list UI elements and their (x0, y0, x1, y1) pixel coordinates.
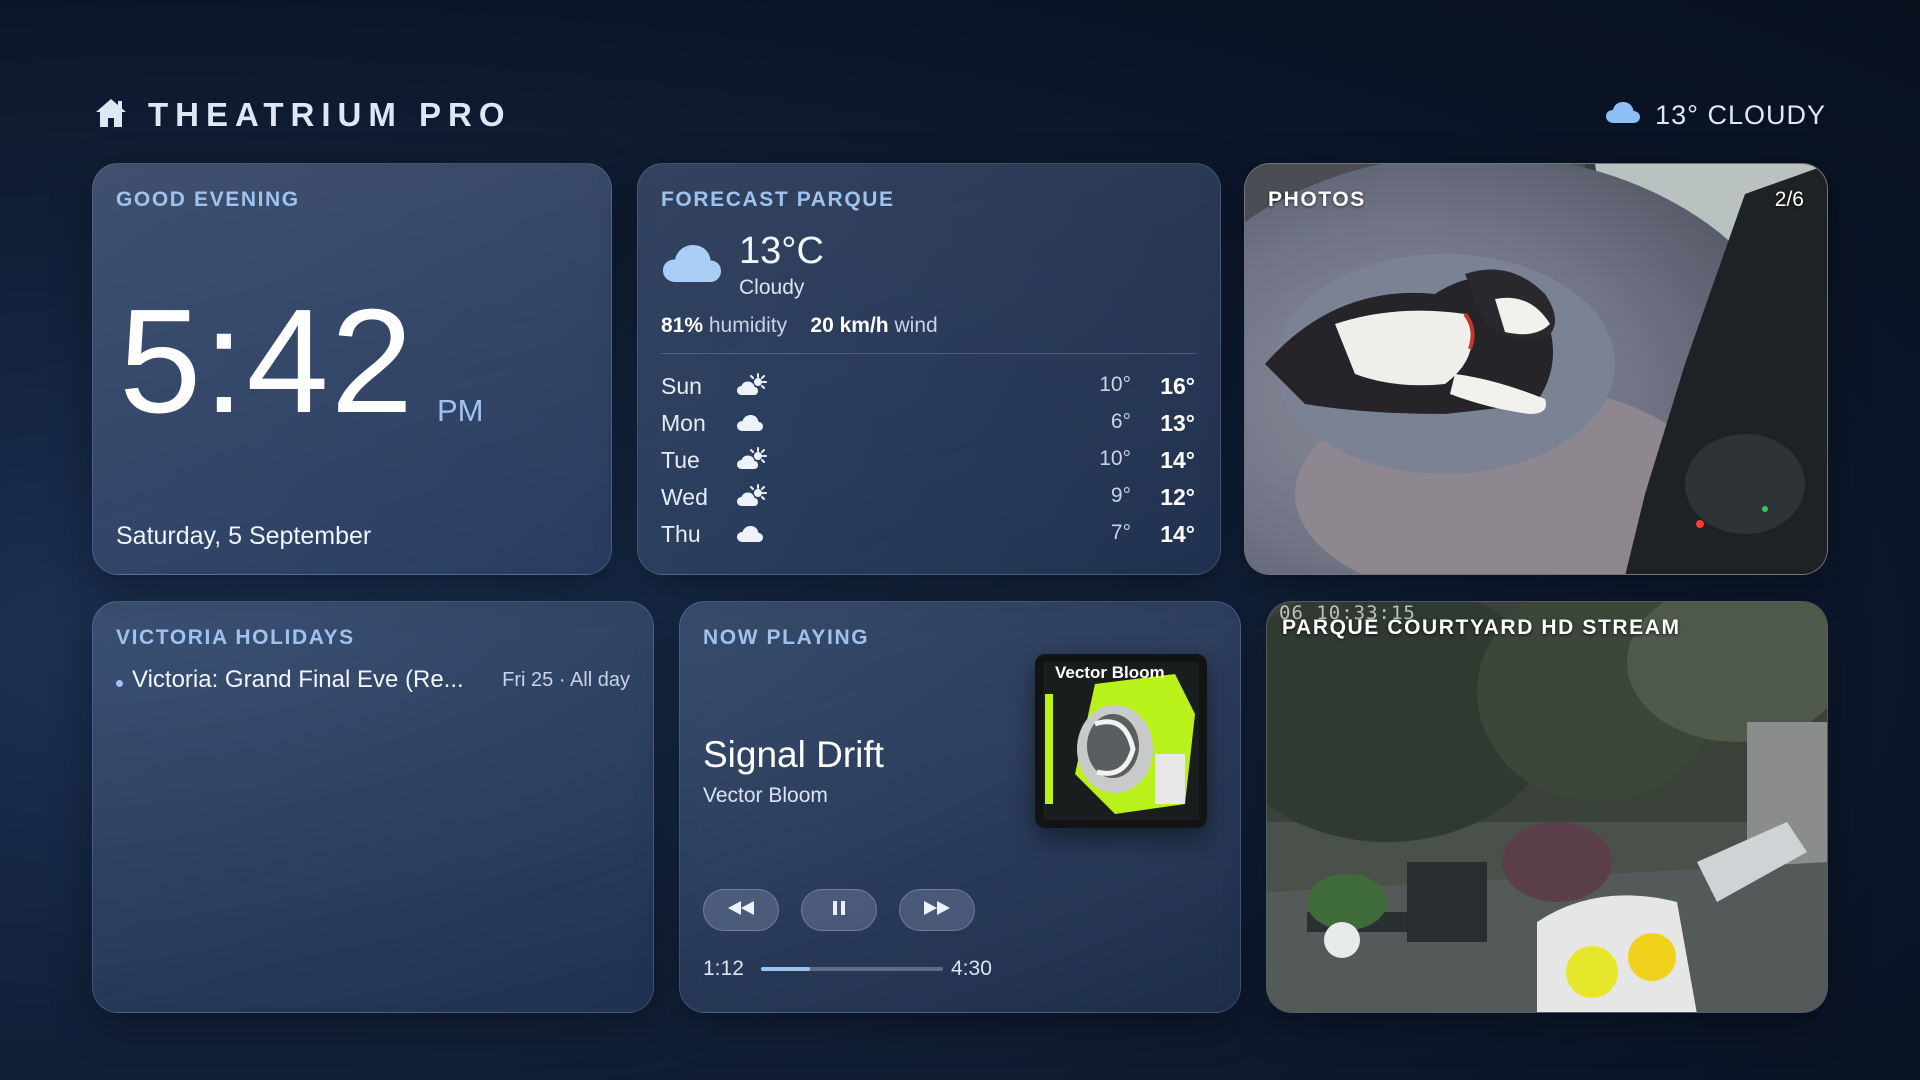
photos-label: PHOTOS (1268, 188, 1366, 211)
camera-feed-image (1267, 602, 1827, 1012)
forecast-low: 10° (1099, 373, 1131, 396)
forecast-high: 14° (1160, 521, 1195, 547)
header: THEATRIUM PRO 13° CLOUDY (94, 96, 1826, 136)
album-title-text: Vector Bloom (1055, 663, 1165, 682)
forecast-card[interactable]: FORECAST PARQUE 13°C Cloudy 81% humidity… (637, 163, 1221, 575)
wind-value: 20 km/h (810, 314, 889, 337)
cloud-icon (662, 242, 722, 289)
partly-sunny-icon (736, 373, 768, 403)
forecast-day: Mon (661, 410, 706, 436)
bullet-dot-icon (116, 680, 123, 687)
forecast-day: Tue (661, 447, 700, 473)
partly-sunny-icon (736, 484, 768, 514)
forecast-low: 9° (1110, 484, 1131, 507)
list-item[interactable]: Victoria: Grand Final Eve (Re... Fri 25 … (116, 666, 630, 700)
forecast-day: Sun (661, 373, 702, 399)
header-weather[interactable]: 13° CLOUDY (1605, 100, 1826, 131)
fast-forward-button[interactable] (899, 889, 975, 931)
forecast-temp: 13°C (739, 230, 824, 272)
holiday-name: Victoria: Grand Final Eve (Re... (132, 666, 464, 693)
fast-forward-icon (923, 900, 951, 921)
forecast-day: Thu (661, 521, 701, 547)
brand: THEATRIUM PRO (94, 96, 512, 134)
pause-button[interactable] (801, 889, 877, 931)
clock-date: Saturday, 5 September (116, 522, 372, 550)
forecast-high: 16° (1160, 373, 1195, 399)
forecast-high: 12° (1160, 484, 1195, 510)
header-weather-text: 13° CLOUDY (1655, 100, 1826, 130)
album-art: Vector Bloom (1035, 654, 1207, 828)
clock-time: 5:42 (119, 279, 416, 444)
humidity-value: 81% (661, 314, 704, 337)
cloud-icon (1605, 100, 1641, 131)
forecast-row: Tue 10° 14° (661, 441, 1195, 478)
forecast-high: 14° (1160, 447, 1195, 473)
track-title: Signal Drift (703, 734, 884, 775)
pause-icon (832, 900, 846, 921)
humidity-label: humidity (708, 314, 788, 337)
total-time: 4:30 (951, 957, 992, 980)
forecast-row: Wed 9° 12° (661, 478, 1195, 515)
stream-card[interactable]: 06 10:33:15 PARQUE COURTYARD HD STREAM (1266, 601, 1828, 1013)
holidays-card: VICTORIA HOLIDAYS Victoria: Grand Final … (92, 601, 654, 1013)
forecast-divider (661, 353, 1197, 354)
forecast-day: Wed (661, 484, 708, 510)
forecast-row: Thu 7° 14° (661, 515, 1195, 552)
holiday-when: Fri 25 · All day (502, 669, 630, 691)
progress-fill (761, 967, 810, 971)
forecast-low: 10° (1099, 447, 1131, 470)
cloud-icon (736, 521, 768, 551)
stream-label: PARQUE COURTYARD HD STREAM (1282, 616, 1681, 639)
forecast-high: 13° (1160, 410, 1195, 436)
forecast-stats: 81% humidity 20 km/h wind (661, 314, 938, 338)
forecast-low: 7° (1110, 521, 1131, 544)
forecast-label: FORECAST PARQUE (661, 188, 895, 211)
home-icon (94, 97, 128, 134)
forecast-low: 6° (1110, 410, 1131, 433)
wind-label: wind (894, 314, 938, 337)
clock-card: GOOD EVENING 5:42 PM Saturday, 5 Septemb… (92, 163, 612, 575)
photo-image (1245, 164, 1827, 574)
rewind-button[interactable] (703, 889, 779, 931)
forecast-days: Sun 10° 16° Mon 6° 13° Tue 10° 14° Wed 9… (661, 367, 1195, 552)
track-artist: Vector Bloom (703, 784, 828, 807)
greeting-label: GOOD EVENING (116, 188, 300, 211)
cloud-icon (736, 410, 768, 440)
clock-ampm: PM (437, 393, 484, 428)
forecast-condition: Cloudy (739, 276, 805, 299)
now-playing-card: NOW PLAYING Vector Bloom Signal Drift Ve… (679, 601, 1241, 1013)
elapsed-time: 1:12 (703, 957, 744, 980)
forecast-row: Sun 10° 16° (661, 367, 1195, 404)
progress-bar[interactable] (761, 967, 943, 971)
holidays-label: VICTORIA HOLIDAYS (116, 626, 355, 649)
now-playing-label: NOW PLAYING (703, 626, 870, 649)
rewind-icon (727, 900, 755, 921)
photos-card[interactable]: PHOTOS 2/6 (1244, 163, 1828, 575)
brand-title: THEATRIUM PRO (148, 96, 512, 133)
photo-counter: 2/6 (1774, 188, 1804, 211)
forecast-row: Mon 6° 13° (661, 404, 1195, 441)
partly-sunny-icon (736, 447, 768, 477)
